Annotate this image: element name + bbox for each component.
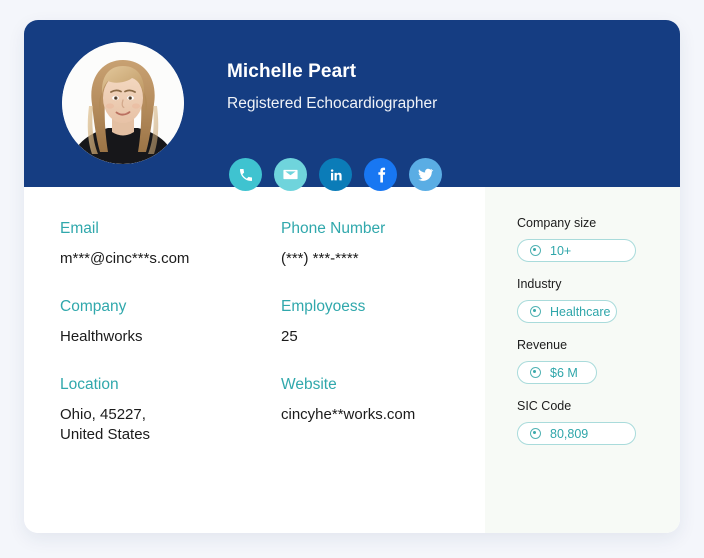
radio-dot-icon [530, 245, 541, 256]
avatar [62, 42, 184, 164]
field-label-location: Location [60, 376, 119, 393]
social-link-phone[interactable] [229, 158, 262, 191]
linkedin-icon [328, 167, 344, 183]
field-email: Email m***@cinc***s.com [60, 219, 278, 269]
field-value-location: Ohio, 45227, United States [60, 406, 151, 443]
contact-card-page: Michelle Peart Registered Echocardiograp… [0, 0, 704, 558]
radio-dot-icon [530, 428, 541, 439]
sidebar-label-industry: Industry [517, 277, 562, 291]
details-column-1: Email m***@cinc***s.com Company Healthwo… [60, 219, 278, 533]
facebook-icon [372, 166, 390, 184]
card-header: Michelle Peart Registered Echocardiograp… [24, 20, 680, 191]
badge-company-size[interactable]: 10+ [517, 239, 636, 262]
company-facts-sidebar: Company size 10+ Industry Healthcare Rev… [485, 187, 680, 533]
social-link-facebook[interactable] [364, 158, 397, 191]
badge-text-company-size: 10+ [550, 243, 572, 258]
social-link-email[interactable] [274, 158, 307, 191]
field-value-employees: 25 [281, 328, 298, 345]
sidebar-label-company-size: Company size [517, 216, 597, 230]
field-label-company: Company [60, 298, 127, 315]
person-name: Michelle Peart [227, 61, 357, 82]
field-value-email: m***@cinc***s.com [60, 250, 190, 267]
field-company: Company Healthworks [60, 297, 278, 347]
twitter-icon [417, 166, 434, 183]
field-value-company: Healthworks [60, 328, 143, 345]
sidebar-label-revenue: Revenue [517, 338, 568, 352]
sidebar-group-industry: Industry Healthcare [517, 276, 680, 323]
badge-text-sic-code: 80,809 [550, 426, 589, 441]
sidebar-group-sic-code: SIC Code 80,809 [517, 398, 680, 445]
field-phone-number: Phone Number (***) ***-**** [281, 219, 499, 269]
field-label-employees: Employoess [281, 298, 366, 315]
badge-revenue[interactable]: $6 M [517, 361, 597, 384]
sidebar-group-company-size: Company size 10+ [517, 215, 680, 262]
field-label-phone-number: Phone Number [281, 220, 386, 237]
contact-card: Michelle Peart Registered Echocardiograp… [24, 20, 680, 533]
badge-sic-code[interactable]: 80,809 [517, 422, 636, 445]
details-column-2: Phone Number (***) ***-**** Employoess 2… [281, 219, 499, 533]
badge-text-industry: Healthcare [550, 304, 611, 319]
sidebar-group-revenue: Revenue $6 M [517, 337, 680, 384]
badge-industry[interactable]: Healthcare [517, 300, 617, 323]
field-label-email: Email [60, 220, 99, 237]
card-body: Email m***@cinc***s.com Company Healthwo… [24, 187, 680, 533]
field-value-phone-number: (***) ***-**** [281, 250, 359, 267]
field-employees: Employoess 25 [281, 297, 499, 347]
person-job-title: Registered Echocardiographer [227, 95, 438, 112]
radio-dot-icon [530, 367, 541, 378]
radio-dot-icon [530, 306, 541, 317]
header-text-block: Michelle Peart Registered Echocardiograp… [227, 60, 437, 115]
details-section: Email m***@cinc***s.com Company Healthwo… [24, 187, 485, 533]
social-link-linkedin[interactable] [319, 158, 352, 191]
phone-icon [238, 167, 254, 183]
field-website: Website cincyhe**works.com [281, 375, 499, 425]
social-links-row [229, 158, 442, 191]
field-label-website: Website [281, 376, 337, 393]
field-location: Location Ohio, 45227, United States [60, 375, 278, 445]
badge-text-revenue: $6 M [550, 365, 578, 380]
field-value-website: cincyhe**works.com [281, 406, 416, 423]
envelope-icon [282, 166, 299, 183]
social-link-twitter[interactable] [409, 158, 442, 191]
sidebar-label-sic-code: SIC Code [517, 399, 572, 413]
